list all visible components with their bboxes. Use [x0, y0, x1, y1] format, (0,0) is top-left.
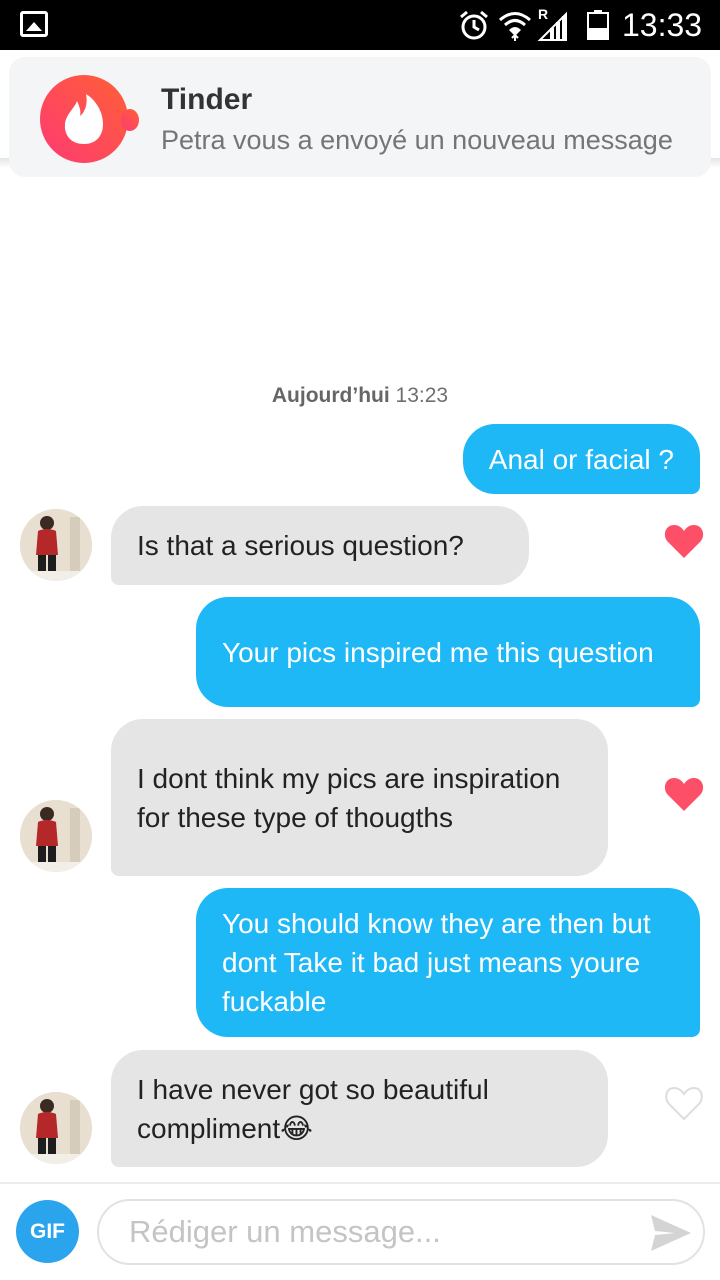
gif-button[interactable]: GIF	[16, 1200, 79, 1263]
heart-outline-icon[interactable]	[664, 1085, 704, 1121]
message-sent[interactable]: Anal or facial ?	[462, 424, 700, 494]
message-received[interactable]: I have never got so beautiful compliment…	[111, 1050, 608, 1167]
message-text: Anal or facial ?	[488, 443, 674, 475]
alarm-icon	[460, 10, 488, 40]
avatar-photo	[20, 1092, 92, 1164]
svg-text:R: R	[538, 6, 548, 22]
gallery-icon	[20, 11, 48, 37]
message-text: I dont think my pics are inspiration for…	[137, 762, 561, 833]
notification-app-name: Tinder	[161, 83, 253, 116]
message-received[interactable]: Is that a serious question?	[111, 506, 529, 585]
date-day: Aujourd’hui	[271, 384, 390, 407]
message-sent[interactable]: Your pics inspired me this question	[196, 597, 700, 707]
message-text: You should know they are then but dont T…	[222, 908, 651, 1017]
message-text: I have never got so beautiful compliment…	[137, 1073, 489, 1144]
heart-liked-icon[interactable]	[664, 776, 704, 812]
chat-screen: R 13:33 Tinder Petra vous a envoyé un no…	[0, 0, 720, 1280]
message-text: Your pics inspired me this question	[222, 636, 654, 668]
avatar-photo	[20, 800, 92, 872]
date-time: 13:23	[395, 384, 449, 407]
avatar[interactable]	[20, 800, 92, 872]
battery-icon	[587, 10, 609, 40]
message-received[interactable]: I dont think my pics are inspiration for…	[111, 719, 608, 876]
status-time: 13:33	[622, 7, 703, 43]
avatar[interactable]	[20, 509, 92, 581]
send-icon[interactable]	[649, 1213, 693, 1253]
avatar[interactable]	[20, 1092, 92, 1164]
heart-liked-icon[interactable]	[664, 523, 704, 559]
avatar-photo	[20, 509, 92, 581]
message-input[interactable]	[97, 1199, 705, 1265]
status-bar: R 13:33	[0, 0, 720, 50]
tinder-notification[interactable]: Tinder Petra vous a envoyé un nouveau me…	[9, 57, 711, 177]
notification-message: Petra vous a envoyé un nouveau message	[161, 125, 673, 155]
wifi-icon	[499, 12, 531, 41]
message-sent[interactable]: You should know they are then but dont T…	[196, 888, 700, 1037]
composer-divider	[0, 1182, 720, 1184]
message-text: Is that a serious question?	[137, 530, 464, 561]
tinder-logo-icon	[40, 75, 139, 163]
conversation-date: Aujourd’hui 13:23	[0, 384, 720, 408]
signal-roaming-icon: R	[537, 6, 567, 41]
